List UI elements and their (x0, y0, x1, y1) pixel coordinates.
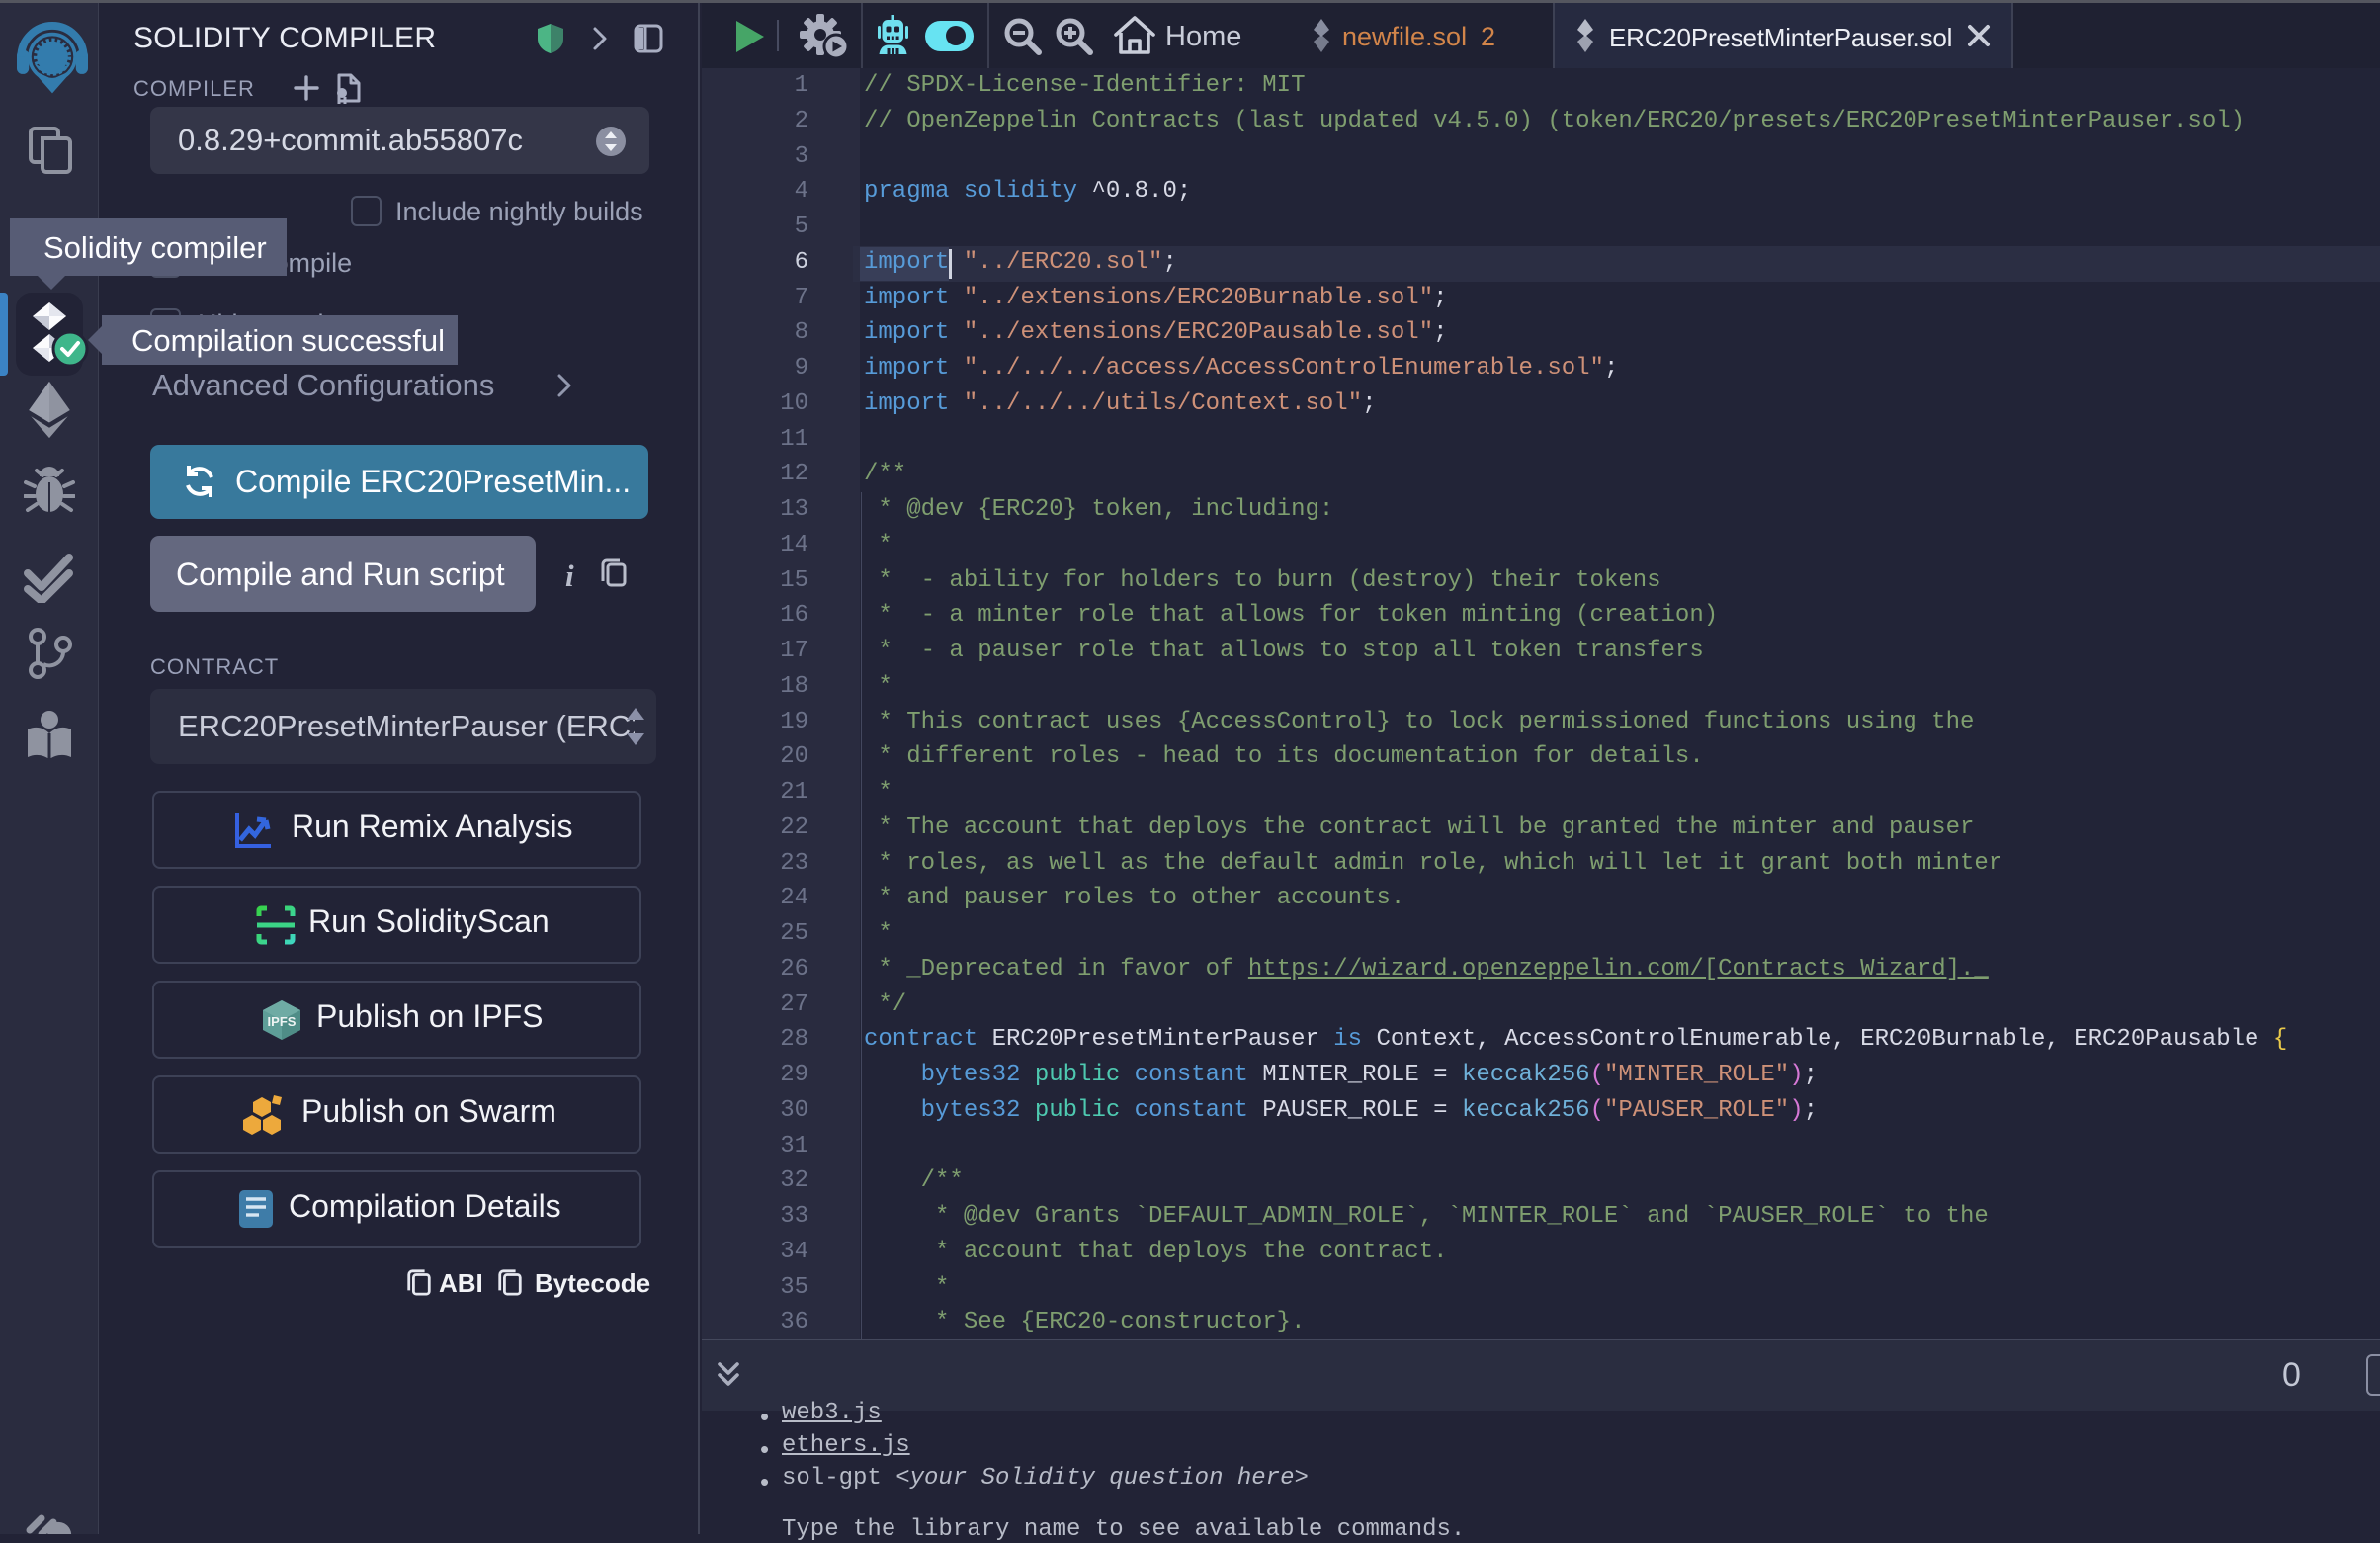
svg-text:IPFS: IPFS (268, 1014, 297, 1029)
